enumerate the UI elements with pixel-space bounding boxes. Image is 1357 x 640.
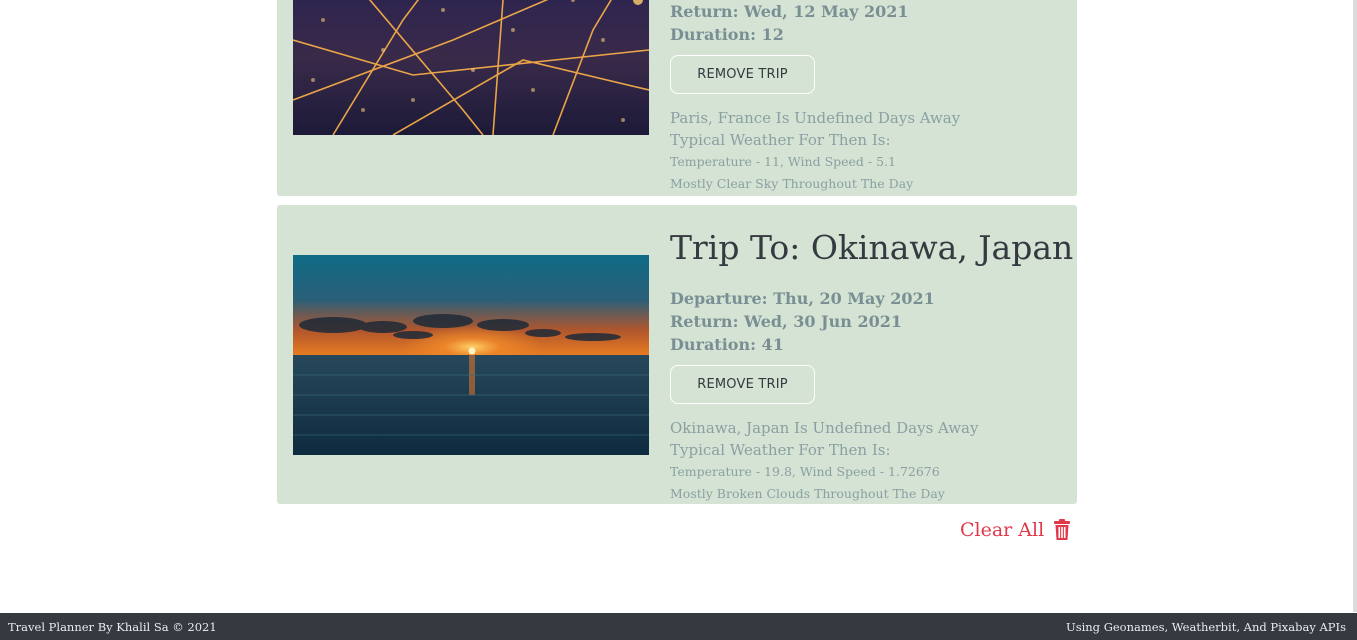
weather-description: Mostly Clear Sky Throughout The Day — [670, 176, 914, 191]
footer-credit: Travel Planner By Khalil Sa © 2021 — [8, 620, 217, 634]
days-away-text: Okinawa, Japan Is Undefined Days Away — [670, 419, 979, 437]
weather-temp-wind: Temperature - 11, Wind Speed - 5.1 — [670, 154, 896, 169]
trip-title: Trip To: Okinawa, Japan — [670, 228, 1074, 267]
clear-all-button[interactable]: Clear All — [960, 516, 1071, 544]
trip-return: Return: Wed, 30 Jun 2021 — [670, 312, 902, 331]
remove-trip-button[interactable]: REMOVE TRIP — [670, 365, 815, 404]
okinawa-sunset-image — [293, 255, 649, 455]
trip-duration: Duration: 12 — [670, 25, 784, 44]
trip-card: Trip To: Okinawa, Japan Departure: Thu, … — [277, 205, 1077, 504]
days-away-text: Paris, France Is Undefined Days Away — [670, 109, 961, 127]
weather-description: Mostly Broken Clouds Throughout The Day — [670, 486, 945, 501]
page-footer: Travel Planner By Khalil Sa © 2021 Using… — [0, 613, 1357, 640]
clear-all-label: Clear All — [960, 519, 1045, 541]
trip-duration: Duration: 41 — [670, 335, 784, 354]
trip-departure: Departure: Thu, 20 May 2021 — [670, 289, 935, 308]
trip-photo — [293, 0, 649, 135]
paris-night-image — [293, 0, 649, 135]
weather-heading: Typical Weather For Then Is: — [670, 441, 891, 459]
page-scrollbar[interactable] — [1353, 0, 1357, 612]
weather-temp-wind: Temperature - 19.8, Wind Speed - 1.72676 — [670, 464, 940, 479]
trip-info: Trip To: Okinawa, Japan Departure: Thu, … — [670, 225, 1074, 504]
trash-icon — [1053, 519, 1071, 541]
trip-return: Return: Wed, 12 May 2021 — [670, 2, 909, 21]
trip-photo — [293, 255, 649, 455]
trip-card: Return: Wed, 12 May 2021 Duration: 12 RE… — [277, 0, 1077, 196]
trip-info: Return: Wed, 12 May 2021 Duration: 12 RE… — [670, 0, 1067, 195]
weather-heading: Typical Weather For Then Is: — [670, 131, 891, 149]
remove-trip-button[interactable]: REMOVE TRIP — [670, 55, 815, 94]
footer-apis: Using Geonames, Weatherbit, And Pixabay … — [1066, 620, 1346, 634]
